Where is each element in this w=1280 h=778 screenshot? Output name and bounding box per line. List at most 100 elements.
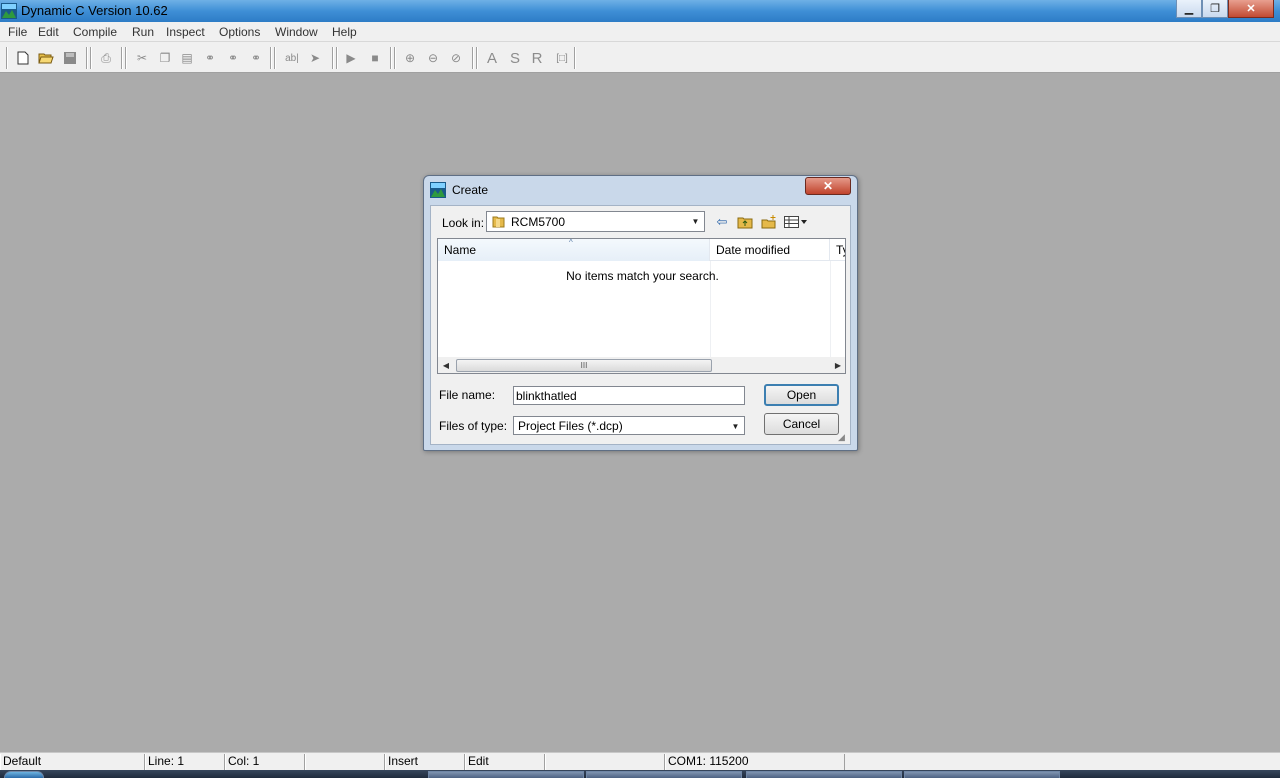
new-folder-button[interactable] <box>760 214 778 230</box>
restore-icon: ❐ <box>1210 3 1220 15</box>
view-menu-button[interactable] <box>783 214 809 230</box>
minimize-button[interactable]: ▁ <box>1176 0 1202 18</box>
folder-icon <box>492 216 505 228</box>
menu-compile[interactable]: Compile <box>73 25 117 39</box>
empty-list-message: No items match your search. <box>566 269 719 283</box>
chevron-down-icon[interactable]: ▼ <box>728 418 743 435</box>
start-button[interactable] <box>4 771 44 778</box>
column-header-date-modified[interactable]: Date modified <box>710 239 830 261</box>
toolbar-separator <box>394 47 396 69</box>
dialog-title-bar[interactable]: Create ✕ <box>424 176 857 202</box>
memory-icon: [□] <box>556 52 568 64</box>
menu-run[interactable]: Run <box>132 25 154 39</box>
status-bar: Default Line: 1 Col: 1 Insert Edit COM1:… <box>0 752 1280 770</box>
toolbar-separator <box>270 47 272 69</box>
menu-edit[interactable]: Edit <box>38 25 59 39</box>
assembly-button[interactable]: A <box>483 49 501 67</box>
status-mode: Default <box>0 754 145 770</box>
replace-button[interactable]: ab| <box>282 49 302 67</box>
scrollbar-thumb[interactable]: III <box>456 359 712 372</box>
open-button[interactable]: Open <box>764 384 839 406</box>
column-header-type-label: Ty <box>836 243 845 257</box>
column-header-name-label: Name <box>444 243 477 257</box>
evaluate-watch-button[interactable]: ⊘ <box>447 49 465 67</box>
run-button[interactable]: ▶ <box>342 49 360 67</box>
stdio-button[interactable]: S <box>506 49 524 67</box>
menu-window[interactable]: Window <box>275 25 318 39</box>
open-folder-icon <box>38 53 54 64</box>
toolbar-separator <box>121 47 123 69</box>
menu-file[interactable]: File <box>8 25 27 39</box>
toolbar-separator <box>476 47 478 69</box>
up-folder-button[interactable] <box>736 214 754 230</box>
add-watch-button[interactable]: ⊕ <box>401 49 419 67</box>
watch-add-icon: ⊕ <box>404 51 416 65</box>
registers-button[interactable]: R <box>528 49 546 67</box>
up-folder-icon <box>737 217 753 229</box>
look-in-label: Look in: <box>442 216 485 230</box>
status-line: Line: 1 <box>145 754 225 770</box>
menu-bar: File Edit Compile Run Inspect Options Wi… <box>0 22 1280 42</box>
memory-dump-button[interactable]: [□] <box>552 49 572 67</box>
new-file-icon <box>17 51 29 65</box>
dialog-close-button[interactable]: ✕ <box>805 177 851 195</box>
watch-eval-icon: ⊘ <box>450 51 462 65</box>
create-dialog: Create ✕ Look in: RCM5700 ▼ ⇦ ^ Name Dat… <box>423 175 858 451</box>
chevron-down-icon[interactable]: ▼ <box>688 213 703 230</box>
sort-ascending-icon: ^ <box>569 238 573 247</box>
dialog-title: Create <box>452 183 489 197</box>
close-icon: ✕ <box>1246 3 1256 15</box>
replace-icon: ab| <box>285 52 299 64</box>
taskbar-button[interactable] <box>746 771 902 778</box>
horizontal-scrollbar[interactable]: ◀ III ▶ <box>438 357 845 373</box>
taskbar-button[interactable] <box>586 771 742 778</box>
find-next-button[interactable]: ⚭ <box>224 49 242 67</box>
find-next-icon: ⚭ <box>227 51 239 65</box>
toolbar-separator <box>125 47 127 69</box>
goto-button[interactable]: ➤ <box>306 49 324 67</box>
close-window-button[interactable]: ✕ <box>1228 0 1274 18</box>
taskbar-button[interactable] <box>428 771 584 778</box>
close-icon: ✕ <box>822 179 834 193</box>
status-blank <box>305 754 385 770</box>
save-button[interactable] <box>61 49 79 67</box>
menu-options[interactable]: Options <box>219 25 260 39</box>
menu-inspect[interactable]: Inspect <box>166 25 205 39</box>
file-name-input[interactable] <box>513 386 745 405</box>
status-blank <box>545 754 665 770</box>
toolbar-separator <box>574 47 576 69</box>
files-of-type-dropdown[interactable]: Project Files (*.dcp) ▼ <box>513 416 745 435</box>
cancel-button[interactable]: Cancel <box>764 413 839 435</box>
taskbar-button[interactable] <box>904 771 1060 778</box>
open-file-button[interactable] <box>37 49 55 67</box>
stop-button[interactable]: ■ <box>366 49 384 67</box>
restore-button[interactable]: ❐ <box>1202 0 1228 18</box>
toolbar-separator <box>90 47 92 69</box>
find-previous-button[interactable]: ⚭ <box>247 49 265 67</box>
column-header-type[interactable]: Ty <box>830 239 845 261</box>
scroll-right-icon[interactable]: ▶ <box>831 359 845 372</box>
copy-button[interactable]: ❐ <box>156 49 174 67</box>
menu-help[interactable]: Help <box>332 25 357 39</box>
scrollbar-grip: III <box>580 361 588 370</box>
look-in-dropdown[interactable]: RCM5700 ▼ <box>486 211 705 232</box>
app-icon <box>1 3 17 19</box>
cut-button[interactable]: ✂ <box>133 49 151 67</box>
file-list[interactable]: ^ Name Date modified Ty No items match y… <box>437 238 846 374</box>
new-file-button[interactable] <box>14 49 32 67</box>
toolbar-separator <box>336 47 338 69</box>
paste-button[interactable]: ▤ <box>178 49 196 67</box>
print-button[interactable]: ⎙ <box>97 49 115 67</box>
resize-grip-icon[interactable]: ◢ <box>838 432 848 442</box>
dialog-body: Look in: RCM5700 ▼ ⇦ ^ Name Date modifie… <box>430 205 851 445</box>
app-title-bar[interactable]: Dynamic C Version 10.62 ▁ ❐ ✕ <box>0 0 1280 22</box>
scroll-left-icon[interactable]: ◀ <box>439 359 453 372</box>
remove-watch-button[interactable]: ⊖ <box>424 49 442 67</box>
column-header-name[interactable]: ^ Name <box>438 239 710 261</box>
printer-icon: ⎙ <box>101 50 111 65</box>
toolbar-separator <box>472 47 474 69</box>
new-folder-icon <box>761 215 776 229</box>
back-button[interactable]: ⇦ <box>713 214 731 230</box>
find-button[interactable]: ⚭ <box>201 49 219 67</box>
file-name-label: File name: <box>439 388 496 402</box>
